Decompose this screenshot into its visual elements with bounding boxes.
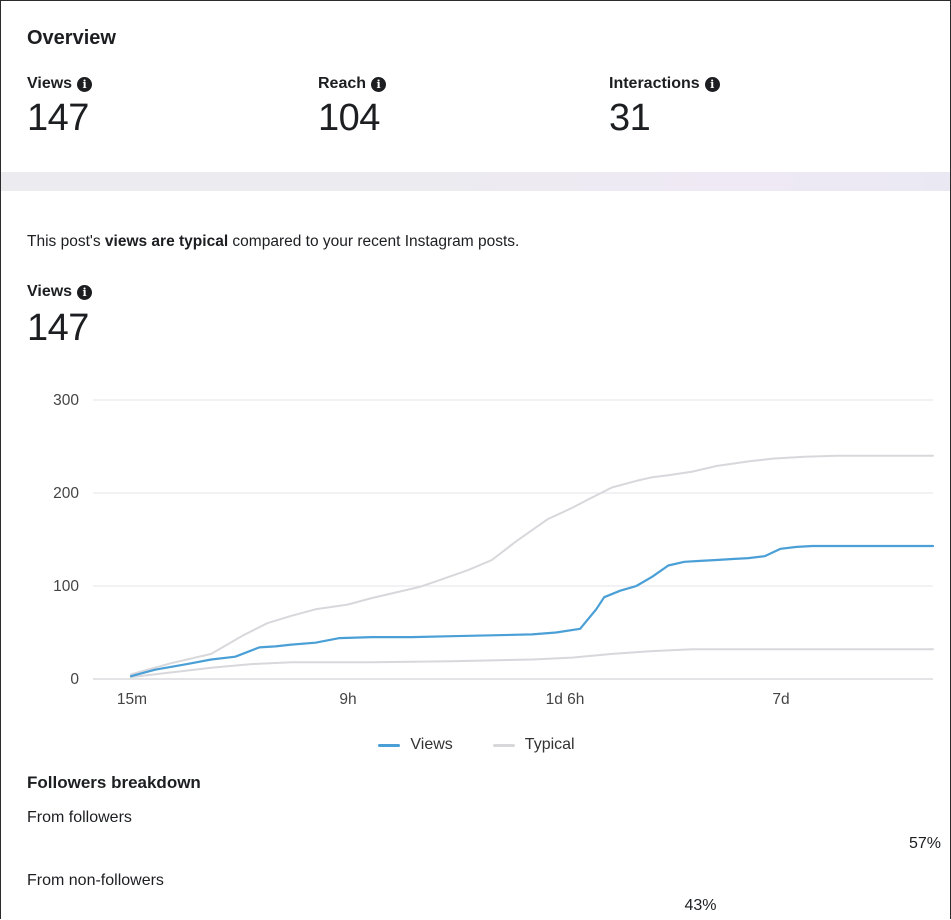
followers-breakdown-title: Followers breakdown xyxy=(27,773,201,792)
x-tick-label: 7d xyxy=(772,691,789,708)
x-tick-label: 15m xyxy=(117,691,147,708)
post-insights-panel: Overview Views i 147 Reach i 104 Interac… xyxy=(0,0,951,919)
legend-swatch-typical xyxy=(492,743,515,747)
views-detail: Views i 147 xyxy=(27,283,93,350)
from-non-followers-percent: 43% xyxy=(684,897,717,914)
y-tick-label: 0 xyxy=(70,671,79,688)
metric-reach-value: 104 xyxy=(318,97,380,139)
performance-emphasis: views are typical xyxy=(104,233,229,250)
metric-reach-label: Reach xyxy=(318,75,367,92)
from-followers-percent: 57% xyxy=(908,835,941,852)
views-detail-value: 147 xyxy=(27,307,89,349)
metric-interactions-label: Interactions xyxy=(609,75,700,92)
overview-title: Overview xyxy=(27,27,116,49)
y-tick-label: 100 xyxy=(53,578,79,595)
info-icon[interactable]: i xyxy=(704,76,720,92)
y-tick-label: 200 xyxy=(53,485,79,502)
legend-item-views[interactable]: Views xyxy=(378,736,453,754)
legend-label-views: Views xyxy=(410,736,453,753)
y-tick-label: 300 xyxy=(53,392,79,409)
legend-label-typical: Typical xyxy=(524,736,575,753)
series-line-typical-upper[interactable] xyxy=(130,454,934,676)
series-line-typical-lower[interactable] xyxy=(130,648,934,679)
from-followers-label: From followers xyxy=(27,809,132,826)
metric-reach: Reach i 104 xyxy=(318,75,387,140)
metric-views-value: 147 xyxy=(27,97,89,139)
views-detail-label: Views xyxy=(27,283,73,300)
legend-swatch-views xyxy=(378,743,401,747)
metric-views-label: Views xyxy=(27,75,73,92)
info-icon[interactable]: i xyxy=(371,76,387,92)
chart-legend: Views Typical xyxy=(1,736,950,754)
x-tick-label: 9h xyxy=(339,691,356,708)
section-divider xyxy=(1,172,950,191)
info-icon[interactable]: i xyxy=(77,76,93,92)
from-non-followers-label: From non-followers xyxy=(27,872,164,889)
performance-summary: This post's views are typical compared t… xyxy=(27,233,520,250)
series-line-views[interactable] xyxy=(129,544,935,678)
metric-interactions-value: 31 xyxy=(609,97,651,139)
views-line-chart[interactable]: 0 100 200 300 15m 9h 1d 6h 7d xyxy=(1,381,951,721)
info-icon[interactable]: i xyxy=(77,284,93,300)
metric-interactions: Interactions i 31 xyxy=(609,75,720,140)
x-tick-label: 1d 6h xyxy=(546,691,585,708)
legend-item-typical[interactable]: Typical xyxy=(492,736,575,754)
metric-views: Views i 147 xyxy=(27,75,93,140)
